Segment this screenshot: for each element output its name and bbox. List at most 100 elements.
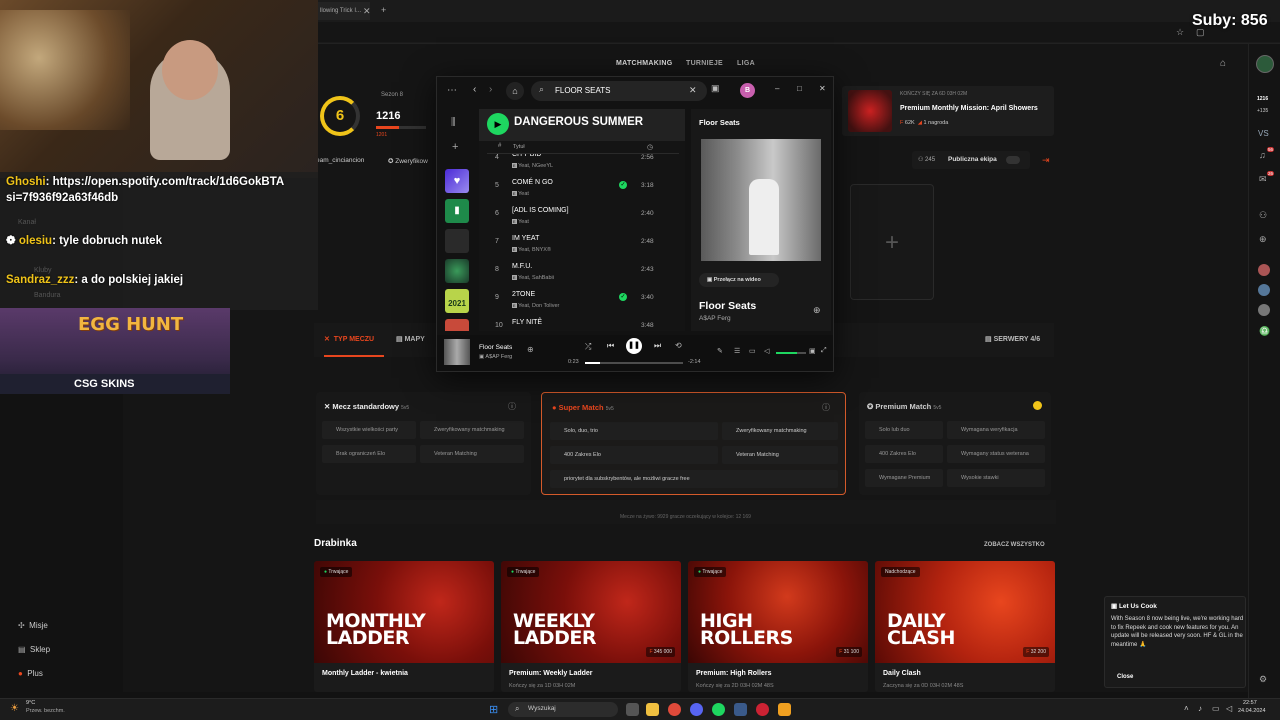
- prev-icon[interactable]: ⏮: [607, 341, 614, 351]
- add-player-slot[interactable]: +: [850, 184, 934, 300]
- task-view-icon[interactable]: [626, 703, 639, 716]
- lyrics-icon[interactable]: ✎: [717, 347, 723, 355]
- steam-icon[interactable]: [734, 703, 747, 716]
- taskbar-search[interactable]: ⌕ Wyszukaj: [508, 702, 618, 717]
- mission-card[interactable]: KOŃCZY SIĘ ZA 6D 03H 02M Premium Monthly…: [842, 86, 1054, 136]
- track-row[interactable]: 10 FLY NITÊ 3:48: [479, 316, 659, 330]
- notice-close-button[interactable]: Close: [1117, 674, 1133, 680]
- mode-standard[interactable]: ✕ Mecz standardowy 5v5 ⓘ Wszystkie wielk…: [316, 392, 531, 495]
- track-row[interactable]: 8 M.F.U. E Yeat, SahBabii 2:43: [479, 260, 659, 288]
- devices-icon[interactable]: ▭: [749, 347, 756, 355]
- volume-slider[interactable]: [776, 352, 806, 354]
- play-button[interactable]: ▶: [487, 113, 509, 135]
- start-icon[interactable]: ⊞: [489, 703, 498, 716]
- maximize-icon[interactable]: □: [797, 84, 802, 93]
- nav-liga[interactable]: LIGA: [737, 60, 755, 67]
- switch-to-video-button[interactable]: ▣ Przełącz na wideo: [699, 273, 779, 287]
- menu-icon[interactable]: ⋯: [447, 85, 457, 96]
- vs-icon[interactable]: VS: [1258, 129, 1269, 138]
- file-explorer-icon[interactable]: [646, 703, 659, 716]
- bell-icon[interactable]: ⌂: [1220, 58, 1226, 69]
- app-icon[interactable]: [778, 703, 791, 716]
- mic-icon[interactable]: ♪: [1198, 704, 1202, 713]
- friends-icon[interactable]: ⚇: [1259, 210, 1267, 221]
- team-name[interactable]: eam_cinciancion: [316, 157, 364, 164]
- forward-icon[interactable]: ›: [489, 84, 492, 95]
- tab-close-icon[interactable]: ✕: [363, 6, 371, 17]
- create-icon[interactable]: +: [452, 141, 458, 153]
- ladder-card-high-rollers[interactable]: ● Trwające HIGH ROLLERS F 31 100 Premium:…: [688, 561, 868, 692]
- chat-icon[interactable]: ✉: [1259, 174, 1267, 185]
- shuffle-icon[interactable]: ⤮: [585, 342, 591, 352]
- minimize-icon[interactable]: –: [775, 84, 779, 93]
- search-input[interactable]: ⌕ FLOOR SEATS ✕: [531, 81, 707, 101]
- ladder-card-weekly[interactable]: ● Trwające WEEKLY LADDER F 345 000 Premiu…: [501, 561, 681, 692]
- pause-button[interactable]: ❚❚: [626, 338, 642, 354]
- sidebar-item-missions[interactable]: ✣ Misje: [18, 621, 48, 630]
- support-icon[interactable]: ⚙: [1259, 674, 1267, 685]
- ladder-card-daily-clash[interactable]: Nadchodzące DAILY CLASH F 32 200 Daily Cl…: [875, 561, 1055, 692]
- track-row[interactable]: 6 [ADL IS COMING] E Yeat 2:40: [479, 204, 659, 232]
- public-party-toggle[interactable]: ⚇ 245 Publiczna ekipa: [912, 151, 1030, 169]
- next-icon[interactable]: ⏭: [654, 341, 661, 351]
- liked-songs-tile[interactable]: ♥: [445, 169, 469, 193]
- bell-icon[interactable]: ♫: [1259, 150, 1266, 160]
- info-icon[interactable]: ⓘ: [822, 402, 830, 413]
- network-icon[interactable]: ▭: [1212, 704, 1220, 713]
- see-all-link[interactable]: ZOBACZ WSZYSTKO: [984, 542, 1045, 548]
- fullscreen-icon[interactable]: ⤢: [821, 347, 827, 355]
- playlist-tile[interactable]: [445, 319, 469, 331]
- chrome-icon[interactable]: [668, 703, 681, 716]
- nav-turnieje[interactable]: TURNIEJE: [686, 60, 723, 67]
- tab-match-type[interactable]: ✕ TYP MECZU: [324, 335, 374, 343]
- tray-up-icon[interactable]: ˄: [1184, 704, 1189, 713]
- add-to-liked-icon[interactable]: ⊕: [527, 345, 534, 354]
- mode-premium[interactable]: ✪ Premium Match 5v5 Solo lub duo Wymagan…: [859, 392, 1051, 495]
- warning-icon[interactable]: [1033, 401, 1042, 410]
- star-icon[interactable]: ☆: [1176, 27, 1184, 38]
- sidebar-item-shop[interactable]: ▤ Sklep: [18, 645, 50, 654]
- playlist-tile-2021[interactable]: 2021: [445, 289, 469, 313]
- sidebar-item-plus[interactable]: ● Plus: [18, 669, 43, 678]
- queue-icon[interactable]: ☰: [734, 347, 740, 355]
- track-row[interactable]: 5 COMÉ N GO E Yeat ✓ 3:18: [479, 176, 659, 204]
- spotify-icon[interactable]: [712, 703, 725, 716]
- headset-icon[interactable]: ♎: [1259, 326, 1270, 337]
- app-icon[interactable]: [756, 703, 769, 716]
- browse-icon[interactable]: ▣: [711, 83, 720, 94]
- saved-check-icon[interactable]: ✓: [619, 181, 627, 189]
- add-icon[interactable]: ⊕: [813, 305, 821, 316]
- new-tab-icon[interactable]: +: [381, 5, 386, 15]
- repeat-icon[interactable]: ⟲: [675, 341, 682, 350]
- leave-icon[interactable]: ⇥: [1042, 155, 1050, 166]
- nav-matchmaking[interactable]: MATCHMAKING: [616, 60, 672, 67]
- episodes-tile[interactable]: ▮: [445, 199, 469, 223]
- speaker-icon[interactable]: ◁: [1226, 704, 1232, 713]
- account-avatar[interactable]: B: [740, 83, 755, 98]
- friend-avatar[interactable]: [1258, 264, 1270, 276]
- track-row[interactable]: 4 CITY BID E Yeat, NGeeYL 2:56: [479, 154, 659, 176]
- progress-track[interactable]: [585, 362, 683, 364]
- weather-icon[interactable]: ☀: [10, 703, 19, 714]
- friend-avatar[interactable]: [1258, 284, 1270, 296]
- address-bar[interactable]: [318, 22, 1280, 42]
- library-icon[interactable]: ⫼: [451, 117, 456, 128]
- tab-maps[interactable]: ▤ MAPY: [396, 335, 425, 343]
- clear-search-icon[interactable]: ✕: [689, 85, 697, 96]
- servers-button[interactable]: ▤ SERWERY 4/6: [985, 335, 1040, 343]
- ladder-card-monthly[interactable]: ● Trwające MONTHLY LADDER Monthly Ladder …: [314, 561, 494, 692]
- playlist-tile[interactable]: [445, 229, 469, 253]
- friend-avatar[interactable]: [1258, 304, 1270, 316]
- miniplayer-icon[interactable]: ▣: [809, 347, 816, 355]
- user-avatar[interactable]: [1256, 55, 1274, 73]
- discord-icon[interactable]: [690, 703, 703, 716]
- volume-icon[interactable]: ◁: [764, 347, 769, 355]
- back-icon[interactable]: ‹: [473, 84, 476, 95]
- mode-super[interactable]: ● Super Match 5v5 ⓘ Solo, duo, trio Zwer…: [541, 392, 846, 495]
- saved-check-icon[interactable]: ✓: [619, 293, 627, 301]
- playlist-tile[interactable]: [445, 259, 469, 283]
- track-row[interactable]: 9 2TONE E Yeat, Don Toliver ✓ 3:40: [479, 288, 659, 316]
- close-icon[interactable]: ✕: [819, 84, 826, 93]
- add-friend-icon[interactable]: ⊕: [1259, 234, 1267, 245]
- track-row[interactable]: 7 IM YEAT E Yeat, BNYX® 2:48: [479, 232, 659, 260]
